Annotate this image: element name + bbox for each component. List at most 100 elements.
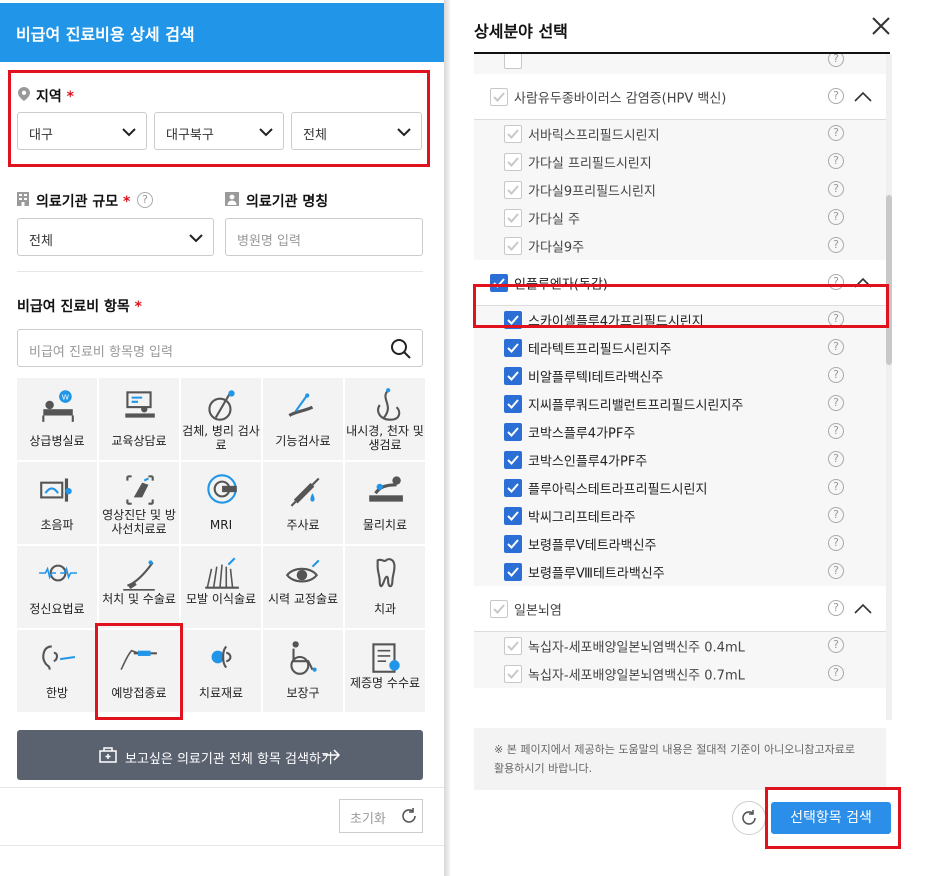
scrollbar-track[interactable] bbox=[886, 54, 892, 720]
help-icon[interactable]: ? bbox=[828, 395, 844, 411]
checkbox[interactable] bbox=[504, 237, 522, 255]
checkbox[interactable] bbox=[504, 563, 522, 581]
checkbox[interactable] bbox=[504, 125, 522, 143]
close-icon[interactable] bbox=[870, 15, 892, 37]
category-eye[interactable]: 시력 교정술료 bbox=[263, 546, 343, 628]
category-option[interactable]: 가다실9주? bbox=[474, 232, 886, 260]
checkbox[interactable] bbox=[504, 209, 522, 227]
category-radiology[interactable]: 영상진단 및 방사선치료료 bbox=[99, 462, 179, 544]
category-option[interactable]: 코박스인플루4가PF주? bbox=[474, 446, 886, 474]
category-option[interactable]: 서바릭스프리필드시린지? bbox=[474, 120, 886, 148]
help-icon[interactable]: ? bbox=[137, 192, 153, 208]
scrollbar-thumb[interactable] bbox=[886, 195, 892, 365]
scale-select[interactable]: 전체 bbox=[17, 218, 214, 256]
checkbox[interactable] bbox=[504, 637, 522, 655]
checkbox[interactable] bbox=[490, 88, 508, 106]
check-icon bbox=[507, 483, 519, 493]
category-option[interactable]: ? bbox=[474, 54, 886, 74]
checkbox[interactable] bbox=[504, 54, 522, 69]
category-function-test[interactable]: 기능검사료 bbox=[263, 378, 343, 460]
checkbox[interactable] bbox=[504, 395, 522, 413]
checkbox[interactable] bbox=[504, 451, 522, 469]
help-icon[interactable]: ? bbox=[828, 153, 844, 169]
category-option[interactable]: 가다실 프리필드시린지? bbox=[474, 148, 886, 176]
category-injection[interactable]: 주사료 bbox=[263, 462, 343, 544]
help-icon[interactable]: ? bbox=[828, 339, 844, 355]
search-all-items-button[interactable]: 보고싶은 의료기관 전체 항목 검색하기 bbox=[17, 730, 423, 780]
hospital-name-input[interactable]: 병원명 입력 bbox=[225, 218, 423, 256]
help-icon[interactable]: ? bbox=[828, 88, 844, 104]
chevron-up-icon[interactable] bbox=[854, 91, 872, 103]
check-icon bbox=[507, 343, 519, 353]
help-icon[interactable]: ? bbox=[828, 423, 844, 439]
category-header[interactable]: 일본뇌염? bbox=[474, 586, 886, 632]
category-acupuncture[interactable]: 한방 bbox=[17, 630, 97, 712]
help-icon[interactable]: ? bbox=[828, 181, 844, 197]
category-surgery[interactable]: 처치 및 수술료 bbox=[99, 546, 179, 628]
help-icon[interactable]: ? bbox=[828, 367, 844, 383]
category-option[interactable]: 가다실9프리필드시린지? bbox=[474, 176, 886, 204]
district-select[interactable]: 대구북구 bbox=[154, 112, 284, 150]
category-hair-transplant[interactable]: 모발 이식술료 bbox=[181, 546, 261, 628]
category-ultrasound[interactable]: 초음파 bbox=[17, 462, 97, 544]
checkbox[interactable] bbox=[504, 479, 522, 497]
checkbox[interactable] bbox=[504, 665, 522, 683]
checkbox[interactable] bbox=[490, 600, 508, 618]
category-endoscope[interactable]: 내시경, 천자 및 생검료 bbox=[345, 378, 425, 460]
search-icon[interactable] bbox=[390, 338, 412, 360]
category-option[interactable]: 보령플루Ⅴ테트라백신주? bbox=[474, 530, 886, 558]
category-option[interactable]: 테라텍트프리필드시린지주? bbox=[474, 334, 886, 362]
help-icon[interactable]: ? bbox=[828, 600, 844, 616]
category-physical-therapy[interactable]: 물리치료 bbox=[345, 462, 425, 544]
province-select[interactable]: 대구 bbox=[17, 112, 147, 150]
help-icon[interactable]: ? bbox=[828, 665, 844, 681]
help-icon[interactable]: ? bbox=[828, 563, 844, 579]
category-tooth[interactable]: 치과 bbox=[345, 546, 425, 628]
checkbox[interactable] bbox=[504, 339, 522, 357]
category-option[interactable]: 박씨그리프테트라주? bbox=[474, 502, 886, 530]
help-icon[interactable]: ? bbox=[828, 209, 844, 225]
category-certificate[interactable]: 제증명 수수료 bbox=[345, 630, 425, 712]
category-pathology-test[interactable]: 검체, 병리 검사료 bbox=[181, 378, 261, 460]
help-icon[interactable]: ? bbox=[828, 535, 844, 551]
category-option[interactable]: 지씨플루쿼드리밸런트프리필드시린지주? bbox=[474, 390, 886, 418]
help-icon[interactable]: ? bbox=[828, 451, 844, 467]
category-option[interactable]: 녹십자-세포배양일본뇌염백신주 0.4mL? bbox=[474, 632, 886, 660]
category-option[interactable]: 비알플루텍I테트라백신주? bbox=[474, 362, 886, 390]
item-search-input[interactable]: 비급여 진료비 항목명 입력 bbox=[17, 329, 423, 367]
help-icon[interactable]: ? bbox=[828, 125, 844, 141]
refresh-button[interactable] bbox=[732, 801, 766, 835]
checkbox[interactable] bbox=[504, 423, 522, 441]
help-icon[interactable]: ? bbox=[828, 637, 844, 653]
checkbox[interactable] bbox=[504, 153, 522, 171]
checkbox[interactable] bbox=[504, 507, 522, 525]
help-icon[interactable]: ? bbox=[828, 237, 844, 253]
help-icon[interactable]: ? bbox=[828, 507, 844, 523]
check-icon bbox=[507, 567, 519, 577]
checkbox[interactable] bbox=[504, 535, 522, 553]
town-select[interactable]: 전체 bbox=[291, 112, 422, 150]
category-brain-wave[interactable]: 정신요법료 bbox=[17, 546, 97, 628]
reset-button[interactable]: 초기화 bbox=[339, 799, 423, 833]
category-mri[interactable]: MRI bbox=[181, 462, 261, 544]
category-treatment-material[interactable]: 치료재료 bbox=[181, 630, 261, 712]
search-selected-button[interactable]: 선택항목 검색 bbox=[771, 802, 891, 834]
category-option[interactable]: 코박스플루4가PF주? bbox=[474, 418, 886, 446]
category-consultation[interactable]: 교육상담료 bbox=[99, 378, 179, 460]
category-wheelchair[interactable]: 보장구 bbox=[263, 630, 343, 712]
chevron-up-icon[interactable] bbox=[854, 603, 872, 615]
category-hospital-bed[interactable]: W 상급병실료 bbox=[17, 378, 97, 460]
certificate-icon bbox=[372, 643, 400, 673]
check-icon bbox=[507, 185, 519, 195]
help-icon[interactable]: ? bbox=[828, 479, 844, 495]
category-option[interactable]: 녹십자-세포배양일본뇌염백신주 0.7mL? bbox=[474, 660, 886, 688]
category-option[interactable]: 가다실 주? bbox=[474, 204, 886, 232]
category-option[interactable]: 보령플루Ⅷ테트라백신주? bbox=[474, 558, 886, 586]
hospital-icon bbox=[225, 192, 239, 206]
category-option[interactable]: 플루아릭스테트라프리필드시린지? bbox=[474, 474, 886, 502]
help-icon[interactable]: ? bbox=[828, 54, 844, 67]
option-label: 녹십자-세포배양일본뇌염백신주 0.7mL bbox=[528, 668, 745, 684]
checkbox[interactable] bbox=[504, 181, 522, 199]
checkbox[interactable] bbox=[504, 367, 522, 385]
category-header[interactable]: 사람유두종바이러스 감염증(HPV 백신)? bbox=[474, 74, 886, 120]
